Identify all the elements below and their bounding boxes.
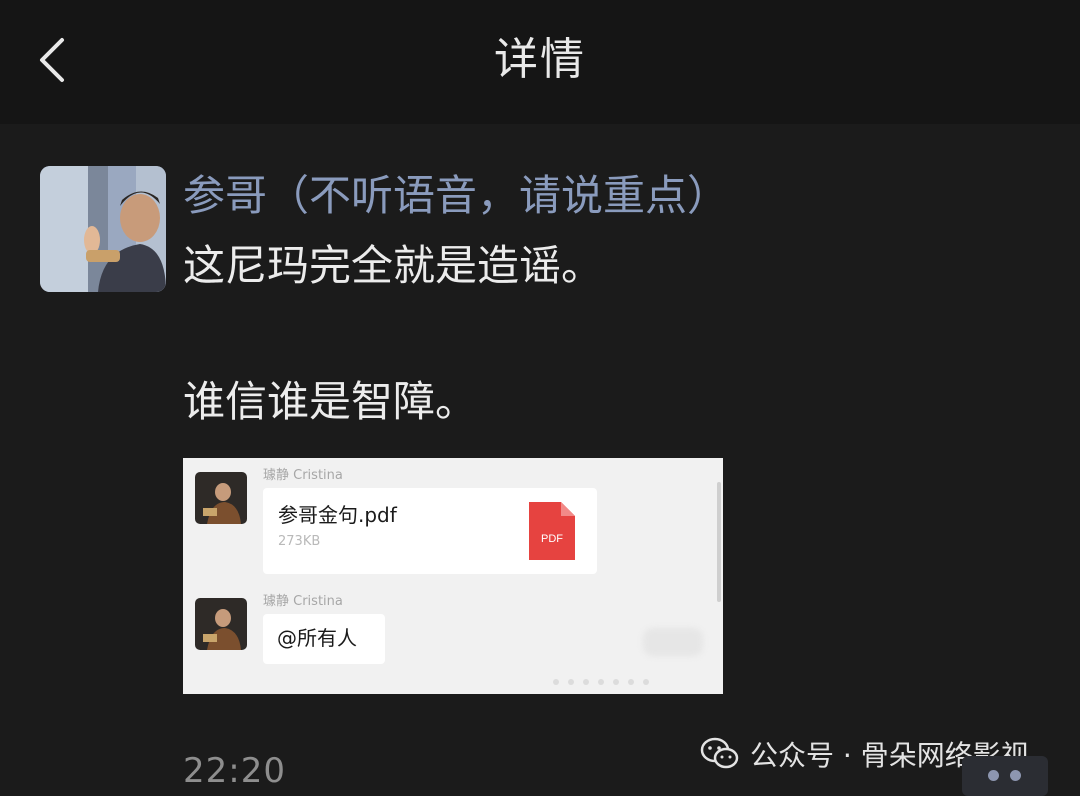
file-message: 参哥金句.pdf 273KB PDF (263, 488, 597, 574)
more-dots-icon (988, 770, 999, 781)
file-name: 参哥金句.pdf (278, 503, 397, 527)
avatar[interactable] (40, 166, 166, 292)
embedded-avatar (195, 598, 247, 650)
attached-image[interactable]: 璩静 Cristina 参哥金句.pdf 273KB PDF 璩静 Cristi… (183, 458, 723, 694)
sender-name[interactable]: 参哥（不听语音，请说重点） (183, 166, 729, 226)
message-text: @所有人 (277, 626, 357, 650)
message-line-2: 谁信谁是智障。 (183, 377, 478, 426)
embedded-sender: 璩静 Cristina (263, 594, 343, 609)
text-message: @所有人 (263, 614, 385, 664)
wechat-icon (700, 736, 740, 772)
more-button[interactable] (962, 756, 1048, 796)
embedded-avatar (195, 472, 247, 524)
scrollbar (717, 482, 721, 602)
blurred-element (643, 628, 703, 656)
file-size: 273KB (278, 534, 321, 549)
embedded-sender: 璩静 Cristina (263, 468, 343, 483)
avatar-photo (40, 166, 166, 292)
timestamp: 22:20 (183, 751, 286, 791)
faded-dots (553, 670, 658, 689)
pdf-badge-text: PDF (541, 533, 563, 545)
pdf-file-icon: PDF (529, 502, 575, 560)
page-title: 详情 (494, 34, 586, 85)
message-line-1: 这尼玛完全就是造谣。 (183, 241, 604, 290)
top-bar: 详情 (0, 0, 1080, 124)
more-dots-icon (1010, 770, 1021, 781)
